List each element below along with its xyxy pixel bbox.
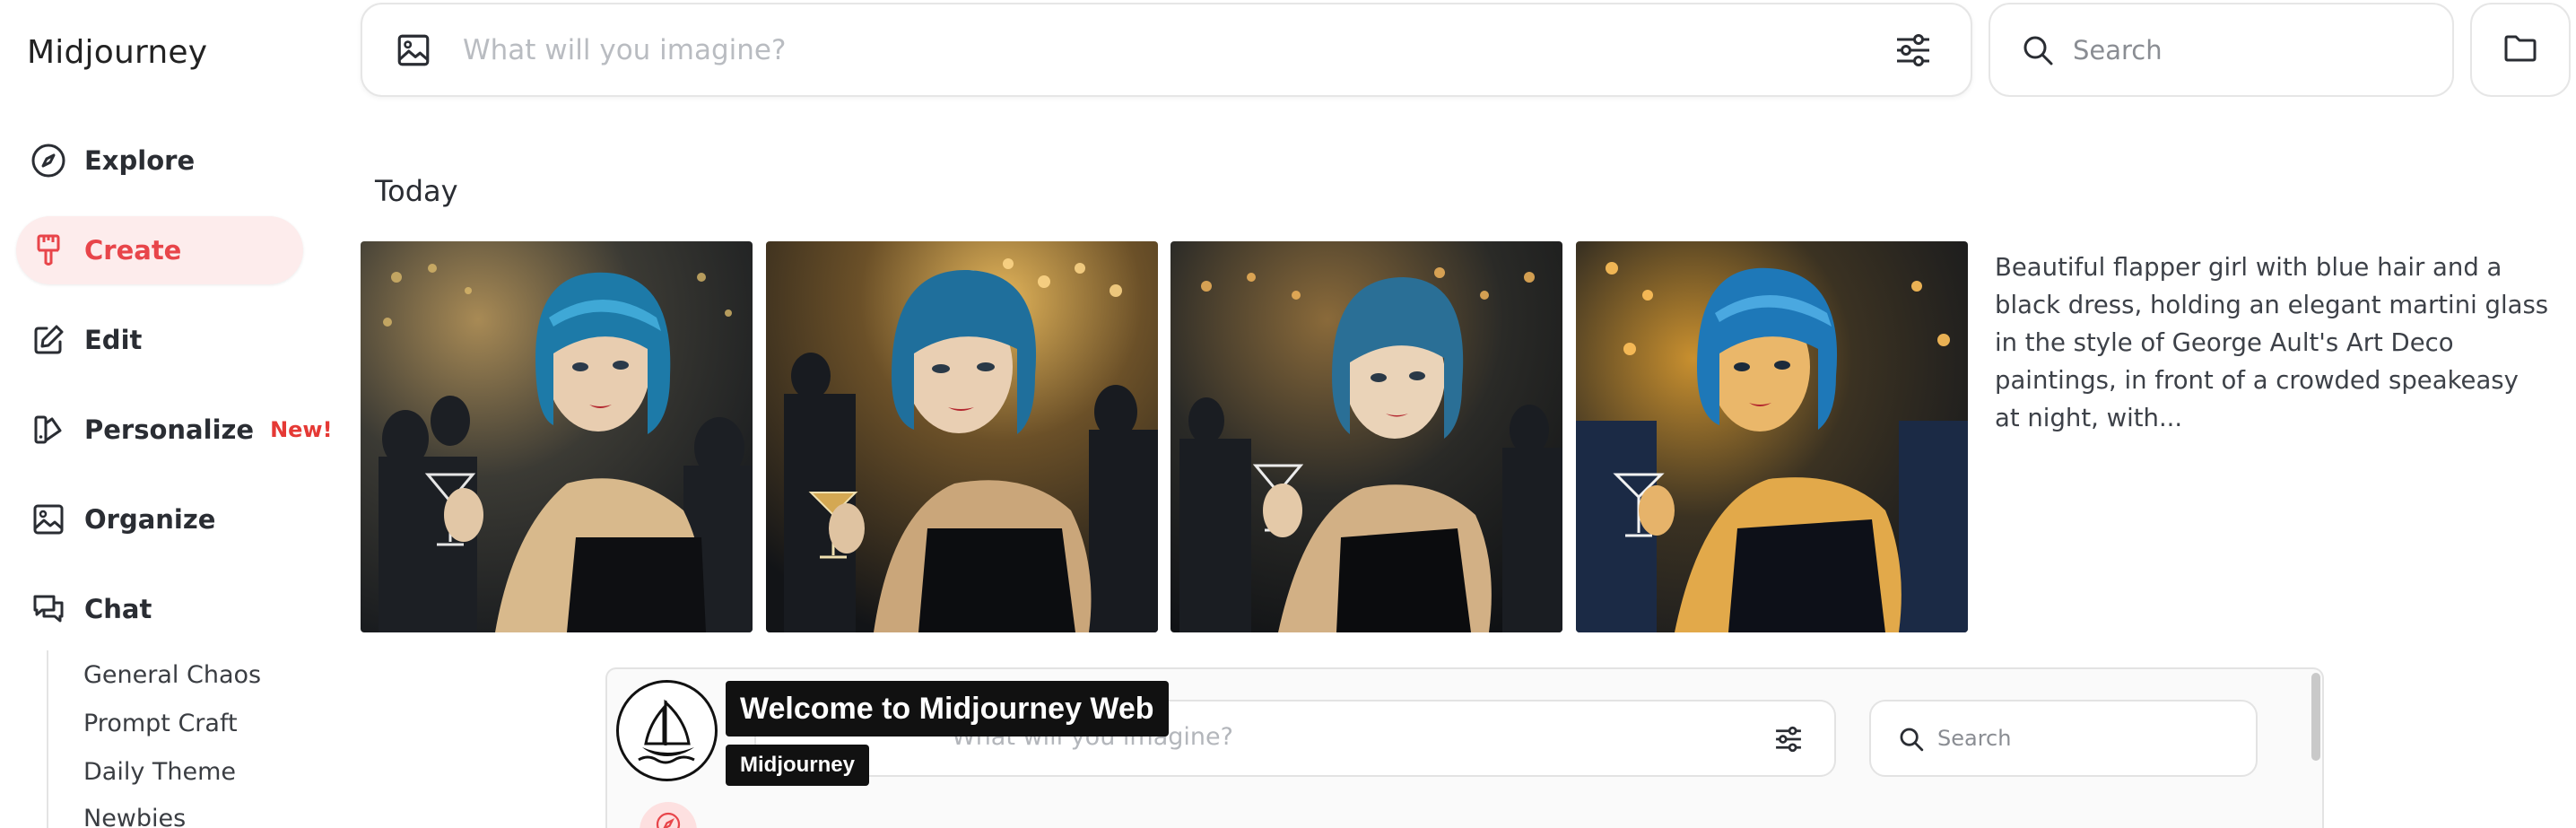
compass-icon (30, 143, 66, 179)
sidebar-item-label: Explore (84, 145, 196, 176)
prompt-input-bar[interactable]: What will you imagine? (361, 3, 1972, 97)
sidebar-item-create[interactable]: Create (16, 216, 303, 284)
settings-sliders-icon[interactable] (1893, 31, 1933, 70)
folder-icon (2502, 31, 2538, 70)
sidebar-item-organize[interactable]: Organize (16, 485, 303, 553)
prompt-description[interactable]: Beautiful flapper girl with blue hair an… (1995, 248, 2551, 437)
welcome-tooltip-subtitle: Midjourney (726, 745, 870, 786)
sidebar-item-label: Create (84, 235, 182, 266)
search-input[interactable]: Search (2073, 35, 2163, 65)
new-badge: New! (270, 417, 333, 442)
section-title-today: Today (375, 174, 458, 208)
sidebar-item-label: Chat (84, 594, 152, 624)
prompt-input[interactable]: What will you imagine? (463, 34, 1893, 66)
sidebar-item-label: Edit (84, 325, 143, 355)
preview-search-bar: Search (1869, 700, 2258, 777)
image-upload-icon[interactable] (395, 31, 432, 69)
sidebar-item-label: Personalize (84, 414, 255, 445)
preview-scrollbar[interactable] (2311, 673, 2320, 761)
brush-icon (30, 232, 66, 268)
generated-image-2[interactable] (766, 241, 1158, 632)
sidebar: Midjourney Explore Create Edit Personali… (0, 0, 333, 828)
chat-room-daily-theme[interactable]: Daily Theme (83, 758, 236, 786)
generated-image-1[interactable] (361, 241, 753, 632)
welcome-tooltip-title: Welcome to Midjourney Web (726, 681, 1169, 736)
search-icon (2021, 33, 2055, 67)
chat-room-general-chaos[interactable]: General Chaos (83, 661, 261, 689)
chat-room-prompt-craft[interactable]: Prompt Craft (83, 710, 238, 737)
palette-icon (30, 412, 66, 448)
sidebar-item-chat[interactable]: Chat (16, 575, 303, 643)
brand-logo-text[interactable]: Midjourney (27, 34, 207, 71)
image-icon (30, 501, 66, 537)
sidebar-item-edit[interactable]: Edit (16, 306, 303, 374)
generated-image-3[interactable] (1171, 241, 1562, 632)
sidebar-item-explore[interactable]: Explore (16, 126, 303, 195)
chat-tree-line (47, 650, 48, 828)
edit-icon (30, 322, 66, 358)
generated-image-4[interactable] (1576, 241, 1968, 632)
search-icon (1898, 726, 1925, 753)
sidebar-item-label: Organize (84, 504, 216, 535)
preview-search-placeholder: Search (1937, 726, 2012, 751)
settings-sliders-icon (1773, 724, 1804, 754)
chat-room-newbies[interactable]: Newbies (83, 805, 186, 828)
sidebar-item-personalize[interactable]: Personalize New! (16, 396, 333, 464)
compass-icon (640, 802, 697, 828)
midjourney-logo-icon (616, 680, 718, 781)
chat-icon (30, 591, 66, 627)
search-field[interactable]: Search (1989, 3, 2454, 97)
folder-button[interactable] (2470, 3, 2571, 97)
